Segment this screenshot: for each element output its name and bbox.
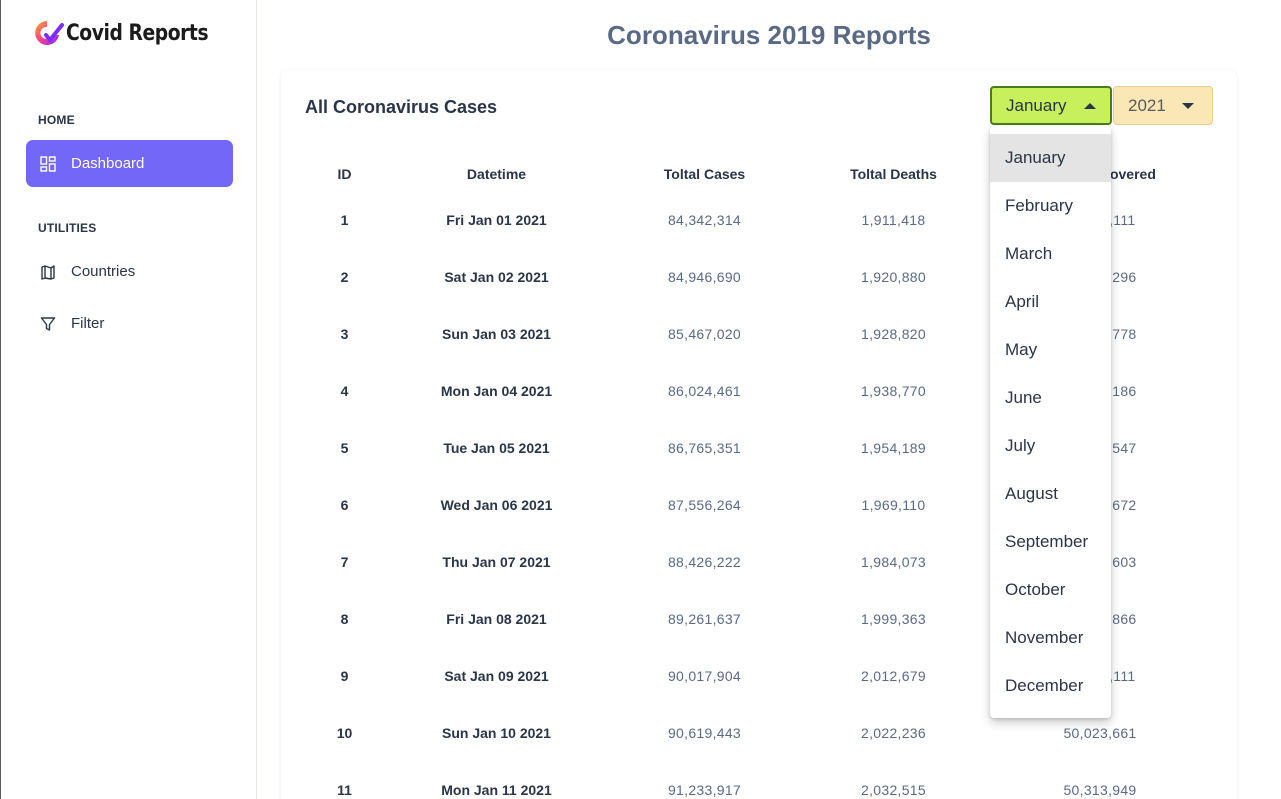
cell-datetime: Mon Jan 11 2021: [441, 781, 552, 798]
cell-id: 6: [340, 496, 349, 513]
cell-total-cases: 90,619,443: [667, 724, 742, 741]
nav-caption-home: HOME: [38, 113, 75, 127]
cell-id: 4: [340, 382, 349, 399]
cell-total-cases: 90,017,904: [667, 667, 742, 684]
month-select-value: January: [1006, 95, 1067, 115]
column-header-total-deaths: Toltal Deaths: [850, 165, 937, 182]
table-row: 11 Mon Jan 11 2021 91,233,917 2,032,515 50,3…: [305, 761, 1213, 799]
column-header-datetime: Datetime: [466, 165, 527, 182]
month-select[interactable]: January: [990, 86, 1112, 125]
cell-id: 1: [340, 211, 349, 228]
cell-datetime: Sat Jan 02 2021: [444, 268, 549, 285]
cell-total-deaths: 2,032,515: [861, 781, 926, 798]
cell-total-deaths: 1,928,820: [861, 325, 926, 342]
cell-total-deaths: 1,911,418: [861, 211, 926, 228]
cell-total-cases: 89,261,637: [667, 610, 742, 627]
card-title: All Coronavirus Cases: [305, 97, 498, 117]
year-select-value: 2021: [1128, 95, 1166, 115]
cell-id: 5: [340, 439, 349, 456]
month-option[interactable]: May: [990, 326, 1111, 374]
logo[interactable]: Covid Reports: [32, 18, 233, 48]
sidebar-item-countries[interactable]: Countries: [26, 248, 233, 295]
cell-total-cases: 88,426,222: [667, 553, 742, 570]
cell-id: 8: [340, 610, 349, 627]
cell-total-deaths: 2,012,679: [861, 667, 926, 684]
cell-total-recovered: 50,313,949: [1063, 781, 1137, 798]
map-icon: [39, 263, 57, 281]
month-option[interactable]: January: [990, 134, 1111, 182]
cell-total-cases: 85,467,020: [667, 325, 742, 342]
caret-up-icon: [1084, 103, 1096, 109]
cell-id: 7: [340, 553, 349, 570]
cell-total-cases: 87,556,264: [667, 496, 742, 513]
sidebar-item-label: Filter: [71, 315, 105, 332]
nav-caption-utilities: UTILITIES: [38, 221, 97, 235]
dashboard-icon: [39, 155, 57, 173]
cell-total-cases: 86,765,351: [667, 439, 742, 456]
sidebar-item-dashboard[interactable]: Dashboard: [26, 140, 233, 187]
cell-total-cases: 84,946,690: [667, 268, 742, 285]
cell-total-deaths: 1,984,073: [861, 553, 926, 570]
cell-datetime: Mon Jan 04 2021: [440, 382, 553, 399]
sidebar: Covid Reports HOME Dashboard UTILITIES C…: [0, 0, 257, 799]
sidebar-item-filter[interactable]: Filter: [26, 300, 233, 347]
cell-datetime: Tue Jan 05 2021: [443, 439, 550, 456]
sidebar-item-label: Dashboard: [71, 155, 145, 172]
logo-icon: [35, 21, 64, 45]
cell-datetime: Thu Jan 07 2021: [442, 553, 551, 570]
month-option[interactable]: February: [990, 182, 1111, 230]
logo-text: Covid Reports: [66, 20, 209, 46]
year-select[interactable]: 2021: [1113, 86, 1213, 125]
cell-id: 11: [337, 781, 352, 798]
column-header-total-cases: Toltal Cases: [663, 165, 746, 182]
cell-datetime: Sat Jan 09 2021: [444, 667, 549, 684]
cell-id: 9: [340, 667, 349, 684]
column-header-id: ID: [337, 165, 352, 182]
cell-total-cases: 84,342,314: [667, 211, 742, 228]
cell-total-deaths: 1,999,363: [861, 610, 926, 627]
month-option[interactable]: October: [990, 566, 1111, 614]
month-option[interactable]: July: [990, 422, 1111, 470]
month-option[interactable]: June: [990, 374, 1111, 422]
month-option[interactable]: March: [990, 230, 1111, 278]
caret-down-icon: [1182, 103, 1194, 109]
cell-datetime: Sun Jan 03 2021: [442, 325, 551, 342]
month-option[interactable]: December: [990, 662, 1111, 710]
filter-icon: [39, 315, 57, 333]
cell-total-deaths: 1,954,189: [861, 439, 926, 456]
sidebar-item-label: Countries: [71, 263, 136, 280]
cell-datetime: Fri Jan 08 2021: [446, 610, 547, 627]
page-title: Coronavirus 2019 Reports: [607, 20, 931, 50]
month-option[interactable]: September: [990, 518, 1111, 566]
month-option[interactable]: August: [990, 470, 1111, 518]
cell-total-deaths: 1,938,770: [861, 382, 926, 399]
cell-id: 2: [340, 268, 349, 285]
cell-datetime: Sun Jan 10 2021: [442, 724, 551, 741]
cell-total-deaths: 1,969,110: [861, 496, 926, 513]
cell-datetime: Wed Jan 06 2021: [440, 496, 553, 513]
cell-total-cases: 91,233,917: [667, 781, 742, 798]
cell-total-deaths: 2,022,236: [861, 724, 926, 741]
cell-total-cases: 86,024,461: [667, 382, 742, 399]
cell-id: 3: [340, 325, 349, 342]
cell-total-deaths: 1,920,880: [861, 268, 926, 285]
cell-datetime: Fri Jan 01 2021: [446, 211, 547, 228]
month-option[interactable]: April: [990, 278, 1111, 326]
cell-id: 10: [336, 724, 353, 741]
month-dropdown-menu: January February March April May June July Augu…: [990, 126, 1111, 718]
month-option[interactable]: November: [990, 614, 1111, 662]
